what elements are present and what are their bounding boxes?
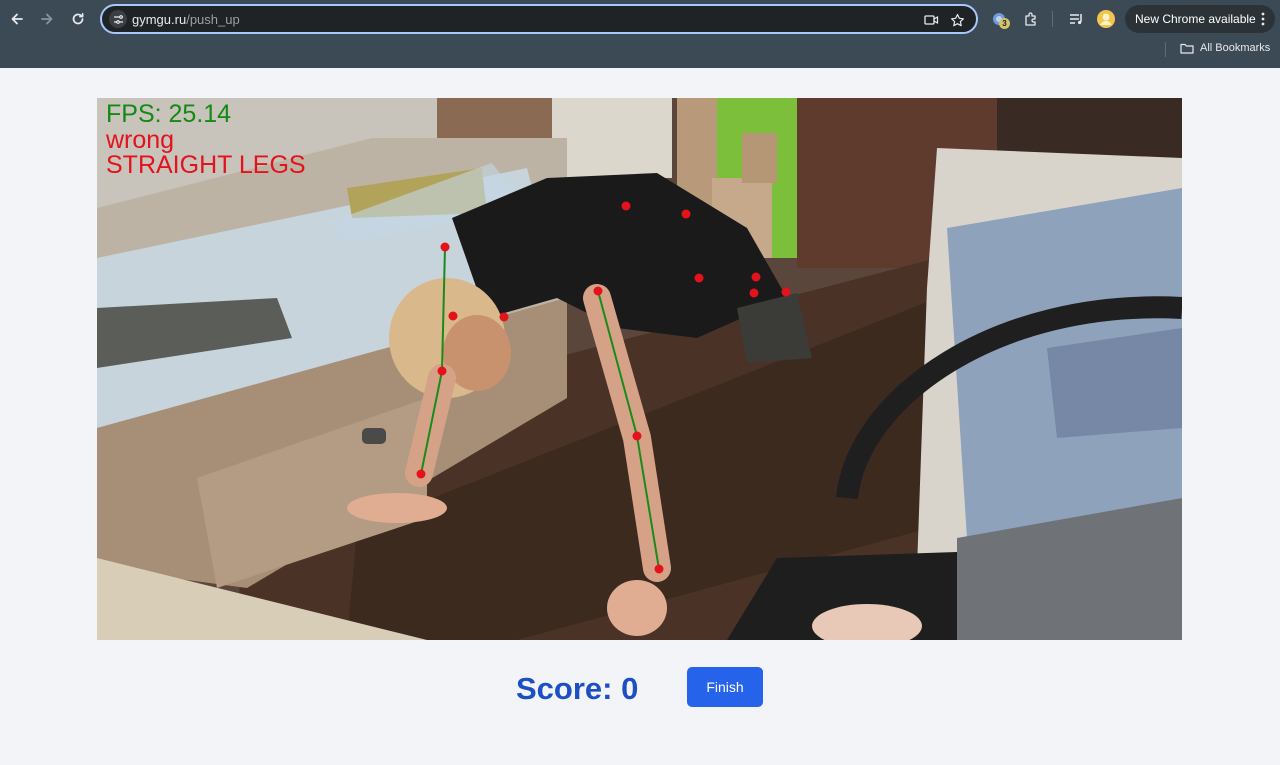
address-bar[interactable]: gymgu.ru/push_up — [100, 4, 978, 34]
bookmark-star-icon[interactable] — [948, 11, 966, 29]
form-status-text: wrong — [106, 126, 175, 154]
reload-icon — [72, 12, 84, 25]
arrow-right-icon — [41, 13, 53, 25]
new-chrome-available-button[interactable]: New Chrome available — [1125, 5, 1275, 33]
extensions-puzzle-icon[interactable] — [1020, 8, 1042, 30]
more-menu-icon[interactable] — [1261, 12, 1265, 26]
url-host: gymgu.ru — [132, 12, 187, 27]
camera-feed: FPS: 25.14 wrong STRAIGHT LEGS — [97, 98, 1182, 640]
forward-button[interactable] — [36, 8, 58, 30]
form-error-text: STRAIGHT LEGS — [106, 151, 306, 179]
new-chrome-label: New Chrome available — [1135, 12, 1256, 26]
reload-button[interactable] — [67, 8, 89, 30]
reading-list-icon[interactable] — [1065, 8, 1087, 30]
fps-readout: FPS: 25.14 — [106, 100, 232, 128]
back-button[interactable] — [6, 8, 28, 30]
video-camera-icon[interactable] — [922, 11, 940, 29]
browser-toolbar: gymgu.ru/push_up 3 New Chrome available … — [0, 0, 1280, 68]
finish-button[interactable]: Finish — [687, 667, 763, 707]
camera-frame-image — [97, 98, 1182, 640]
bookmarks-divider — [1165, 42, 1166, 57]
extension-icon[interactable]: 3 — [988, 8, 1010, 30]
extension-badge: 3 — [999, 18, 1010, 29]
score-display: Score: 0 — [516, 671, 639, 706]
profile-avatar-icon[interactable] — [1095, 8, 1117, 30]
site-settings-icon[interactable] — [109, 10, 127, 28]
url-text: gymgu.ru/push_up — [132, 12, 240, 27]
all-bookmarks-button[interactable]: All Bookmarks — [1180, 42, 1270, 54]
all-bookmarks-label: All Bookmarks — [1200, 42, 1271, 54]
url-path: /push_up — [186, 12, 240, 27]
arrow-left-icon — [11, 13, 23, 25]
folder-icon — [1180, 43, 1194, 54]
toolbar-divider — [1052, 11, 1053, 27]
